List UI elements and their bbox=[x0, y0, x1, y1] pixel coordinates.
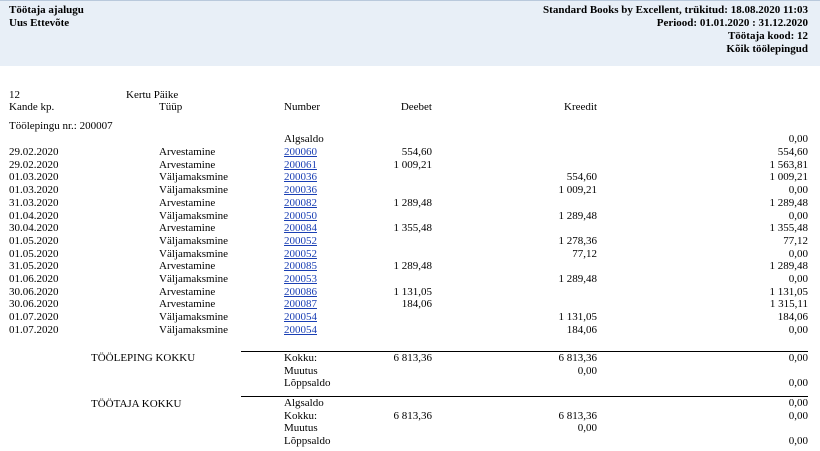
row-balance: 0,00 bbox=[788, 324, 808, 336]
total-balance: 0,00 bbox=[788, 435, 808, 447]
col-header-number: Number bbox=[284, 101, 321, 113]
row-number-link[interactable]: 200082 bbox=[284, 197, 317, 210]
row-type: Väljamaksmine bbox=[159, 324, 229, 336]
total-balance: 0,00 bbox=[788, 352, 808, 364]
row-balance: 554,60 bbox=[777, 146, 808, 158]
contracts-filter-info: Kõik töölepingud bbox=[726, 43, 808, 55]
row-date: 01.05.2020 bbox=[9, 235, 59, 247]
row-debit: 184,06 bbox=[401, 298, 432, 310]
total-balance: 0,00 bbox=[788, 377, 808, 389]
total-credit: 6 813,36 bbox=[558, 352, 598, 364]
row-credit: 1 131,05 bbox=[558, 311, 598, 323]
row-credit: 1 278,36 bbox=[558, 235, 598, 247]
total-label: Algsaldo bbox=[284, 397, 324, 409]
col-header-debit: Deebet bbox=[400, 101, 432, 113]
row-type: Arvestamine bbox=[159, 298, 216, 310]
row-credit: 77,12 bbox=[572, 248, 597, 260]
contract-total-rule bbox=[241, 351, 808, 352]
total-label: Lõppsaldo bbox=[284, 435, 331, 447]
row-number-link[interactable]: 200036 bbox=[284, 171, 317, 184]
row-date: 01.06.2020 bbox=[9, 273, 59, 285]
row-type: Arvestamine bbox=[159, 197, 216, 209]
row-debit: 554,60 bbox=[401, 146, 432, 158]
row-credit: 1 289,48 bbox=[558, 210, 598, 222]
row-balance: 1 289,48 bbox=[769, 197, 809, 209]
employee-code-info: Töötaja kood: 12 bbox=[727, 30, 808, 42]
total-label: Kokku: bbox=[284, 352, 317, 364]
row-date: 01.07.2020 bbox=[9, 311, 59, 323]
total-debit: 6 813,36 bbox=[393, 352, 433, 364]
total-credit: 0,00 bbox=[577, 422, 597, 434]
opening-label: Algsaldo bbox=[284, 133, 324, 145]
total-label: Lõppsaldo bbox=[284, 377, 331, 389]
company-name: Uus Ettevõte bbox=[9, 17, 70, 29]
row-balance: 1 289,48 bbox=[769, 260, 809, 272]
row-number-link[interactable]: 200085 bbox=[284, 260, 317, 273]
row-type: Väljamaksmine bbox=[159, 273, 229, 285]
row-date: 01.03.2020 bbox=[9, 171, 59, 183]
row-type: Arvestamine bbox=[159, 260, 216, 272]
opening-balance: 0,00 bbox=[788, 133, 808, 145]
report-title: Töötaja ajalugu bbox=[9, 4, 84, 16]
contract-label: Töölepingu nr.: 200007 bbox=[9, 120, 113, 132]
row-date: 01.03.2020 bbox=[9, 184, 59, 196]
row-number-link[interactable]: 200036 bbox=[284, 184, 317, 197]
row-debit: 1 289,48 bbox=[393, 260, 433, 272]
row-number-link[interactable]: 200084 bbox=[284, 222, 317, 235]
report-header-right: Standard Books by Excellent, trükitud: 1… bbox=[543, 4, 808, 56]
total-credit: 0,00 bbox=[577, 365, 597, 377]
row-debit: 1 289,48 bbox=[393, 197, 433, 209]
row-number-link[interactable]: 200052 bbox=[284, 235, 317, 248]
total-debit: 6 813,36 bbox=[393, 410, 433, 422]
employee-total-title: TÖÖTAJA KOKKU bbox=[91, 398, 182, 410]
row-date: 31.05.2020 bbox=[9, 260, 59, 272]
row-date: 31.03.2020 bbox=[9, 197, 59, 209]
total-balance: 0,00 bbox=[788, 410, 808, 422]
row-number-link[interactable]: 200054 bbox=[284, 311, 317, 324]
row-type: Arvestamine bbox=[159, 146, 216, 158]
total-label: Muutus bbox=[284, 422, 318, 434]
report-header: Töötaja ajalugu Uus Ettevõte Standard Bo… bbox=[0, 0, 820, 66]
row-balance: 77,12 bbox=[783, 235, 808, 247]
row-balance: 0,00 bbox=[788, 273, 808, 285]
row-date: 01.07.2020 bbox=[9, 324, 59, 336]
row-type: Väljamaksmine bbox=[159, 235, 229, 247]
row-number-link[interactable]: 200054 bbox=[284, 324, 317, 337]
row-balance: 1 355,48 bbox=[769, 222, 809, 234]
row-date: 30.06.2020 bbox=[9, 298, 59, 310]
row-date: 30.04.2020 bbox=[9, 222, 59, 234]
row-number-link[interactable]: 200053 bbox=[284, 273, 317, 286]
employee-total-rule bbox=[241, 396, 808, 397]
row-debit: 1 009,21 bbox=[393, 159, 433, 171]
printed-info: Standard Books by Excellent, trükitud: 1… bbox=[543, 4, 808, 16]
period-info: Periood: 01.01.2020 : 31.12.2020 bbox=[656, 17, 808, 29]
total-balance: 0,00 bbox=[788, 397, 808, 409]
contract-total-title: TÖÖLEPING KOKKU bbox=[91, 352, 196, 364]
row-credit: 1 009,21 bbox=[558, 184, 598, 196]
col-header-type: Tüüp bbox=[159, 101, 183, 113]
row-number-link[interactable]: 200060 bbox=[284, 146, 317, 159]
col-header-date: Kande kp. bbox=[9, 101, 55, 113]
row-type: Arvestamine bbox=[159, 222, 216, 234]
row-balance: 1 315,11 bbox=[769, 298, 808, 310]
report-header-left: Töötaja ajalugu Uus Ettevõte bbox=[9, 4, 84, 30]
row-type: Väljamaksmine bbox=[159, 311, 229, 323]
row-credit: 1 289,48 bbox=[558, 273, 598, 285]
row-number-link[interactable]: 200087 bbox=[284, 298, 317, 311]
row-balance: 184,06 bbox=[777, 311, 808, 323]
row-date: 29.02.2020 bbox=[9, 146, 59, 158]
row-credit: 554,60 bbox=[566, 171, 597, 183]
row-type: Väljamaksmine bbox=[159, 184, 229, 196]
row-type: Väljamaksmine bbox=[159, 171, 229, 183]
row-balance: 1 009,21 bbox=[769, 171, 809, 183]
row-debit: 1 355,48 bbox=[393, 222, 433, 234]
col-header-credit: Kreedit bbox=[564, 101, 597, 113]
row-credit: 184,06 bbox=[566, 324, 597, 336]
row-balance: 0,00 bbox=[788, 184, 808, 196]
